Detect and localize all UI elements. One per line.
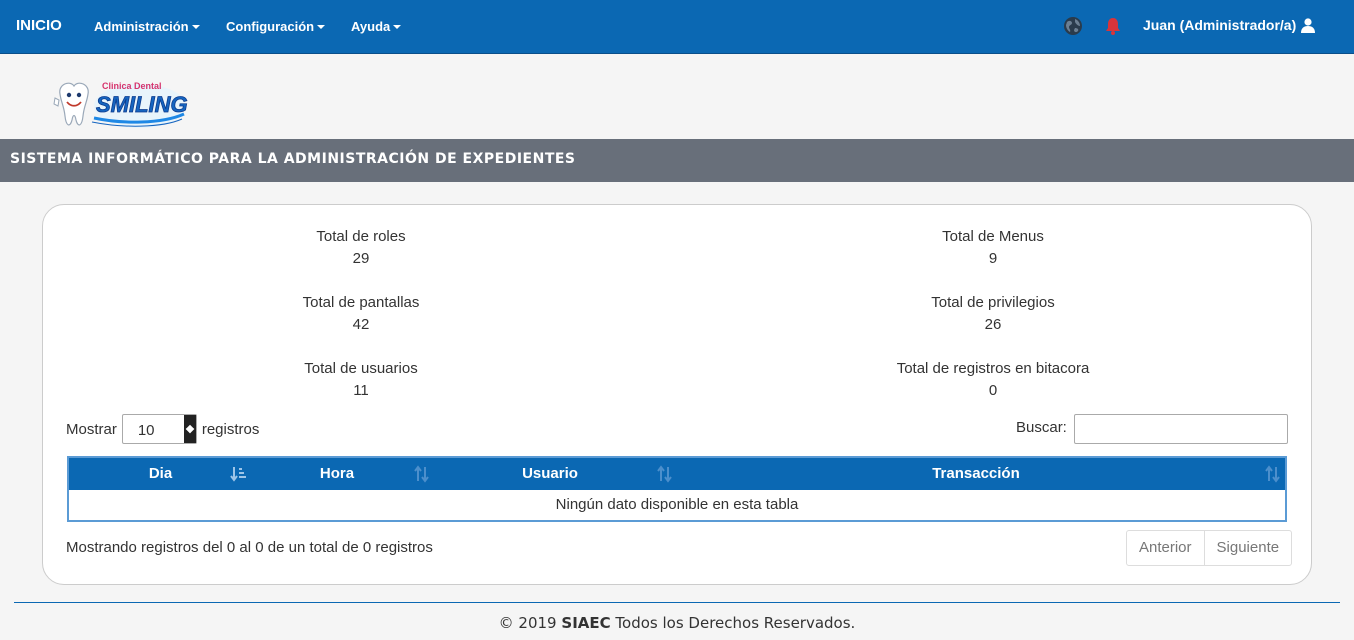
nav-menu-configuracion[interactable]: Configuración [226, 19, 326, 34]
footer-brand: SIAEC [561, 614, 611, 632]
page-title-bar: SISTEMA INFORMÁTICO PARA LA ADMINISTRACI… [0, 139, 1354, 182]
user-icon [1301, 17, 1316, 33]
records-label: registros [201, 420, 260, 438]
stat-label: Total de roles [316, 228, 406, 245]
column-label: Hora [319, 465, 355, 482]
stat-value: 11 [353, 382, 369, 399]
top-navbar: INICIO Administración Configuración Ayud… [0, 0, 1354, 54]
nav-menu-administracion[interactable]: Administración [94, 19, 200, 34]
stat-privilegios: Total de privilegios 26 [793, 292, 1193, 336]
nav-menu-label: Ayuda [351, 19, 391, 34]
sort-asc-icon[interactable] [230, 465, 246, 483]
sort-both-icon[interactable] [1265, 465, 1281, 483]
page-size-select[interactable]: 10 [121, 414, 197, 444]
caret-down-icon [393, 24, 402, 29]
page-size-control: Mostrar 10 registros [66, 414, 259, 444]
stat-value: 29 [352, 250, 370, 267]
caret-down-icon [317, 24, 326, 29]
caret-down-icon [191, 24, 200, 29]
sort-both-icon[interactable] [657, 465, 673, 483]
stat-label: Total de usuarios [304, 360, 418, 377]
stat-value: 42 [352, 316, 370, 333]
globe-icon[interactable] [1063, 16, 1083, 36]
table-header: Dia Hora Usuario Transacción [69, 458, 1285, 490]
column-label: Transacción [932, 465, 1020, 482]
nav-menu-ayuda[interactable]: Ayuda [351, 19, 402, 34]
stat-label: Total de pantallas [302, 294, 420, 311]
user-name: Juan (Administrador/a) [1143, 17, 1297, 33]
column-header-dia[interactable]: Dia [69, 458, 252, 490]
bell-icon[interactable] [1103, 16, 1123, 36]
stat-usuarios: Total de usuarios 11 [161, 358, 561, 402]
stat-value: 0 [988, 382, 998, 399]
show-label: Mostrar [66, 420, 117, 438]
table-info: Mostrando registros del 0 al 0 de un tot… [66, 539, 433, 556]
page-size-value: 10 [137, 422, 155, 439]
stat-menus: Total de Menus 9 [793, 226, 1193, 270]
stat-bitacora: Total de registros en bitacora 0 [793, 358, 1193, 402]
stat-label: Total de registros en bitacora [896, 360, 1090, 377]
next-page-button[interactable]: Siguiente [1203, 531, 1292, 565]
stat-value: 9 [988, 250, 998, 267]
stat-roles: Total de roles 29 [161, 226, 561, 270]
empty-table-message: Ningún dato disponible en esta tabla [555, 496, 799, 513]
svg-text:SMILING: SMILING [96, 92, 188, 117]
footer: © 2019 SIAEC Todos los Derechos Reservad… [0, 614, 1354, 632]
stat-label: Total de privilegios [931, 294, 1055, 311]
pagination: Anterior Siguiente [1126, 530, 1293, 566]
footer-rights: Todos los Derechos Reservados. [615, 614, 856, 632]
column-label: Usuario [522, 465, 578, 482]
clinic-logo: Clinica Dental SMILING [53, 81, 188, 128]
column-header-usuario[interactable]: Usuario [432, 458, 668, 490]
bitacora-table: Dia Hora Usuario Transacción Ningún dato… [67, 456, 1287, 522]
stat-pantallas: Total de pantallas 42 [161, 292, 561, 336]
column-label: Dia [148, 465, 173, 482]
nav-home-link[interactable]: INICIO [16, 17, 62, 34]
chevron-down-icon[interactable] [183, 415, 196, 443]
nav-menu-label: Administración [94, 19, 189, 34]
footer-divider [14, 602, 1340, 603]
search-input[interactable] [1074, 414, 1288, 444]
sort-both-icon[interactable] [414, 465, 430, 483]
previous-page-button[interactable]: Anterior [1127, 531, 1204, 565]
page-title: SISTEMA INFORMÁTICO PARA LA ADMINISTRACI… [10, 151, 576, 167]
stat-label: Total de Menus [942, 228, 1044, 245]
nav-menu-label: Configuración [226, 19, 315, 34]
footer-copyright: © 2019 [498, 614, 557, 632]
column-header-transaccion[interactable]: Transacción [679, 458, 1273, 490]
search-label: Buscar: [1016, 419, 1067, 436]
svg-text:Clinica Dental: Clinica Dental [102, 81, 162, 91]
stat-value: 26 [984, 316, 1002, 333]
column-header-hora[interactable]: Hora [252, 458, 422, 490]
user-menu[interactable]: Juan (Administrador/a) [1143, 17, 1316, 33]
